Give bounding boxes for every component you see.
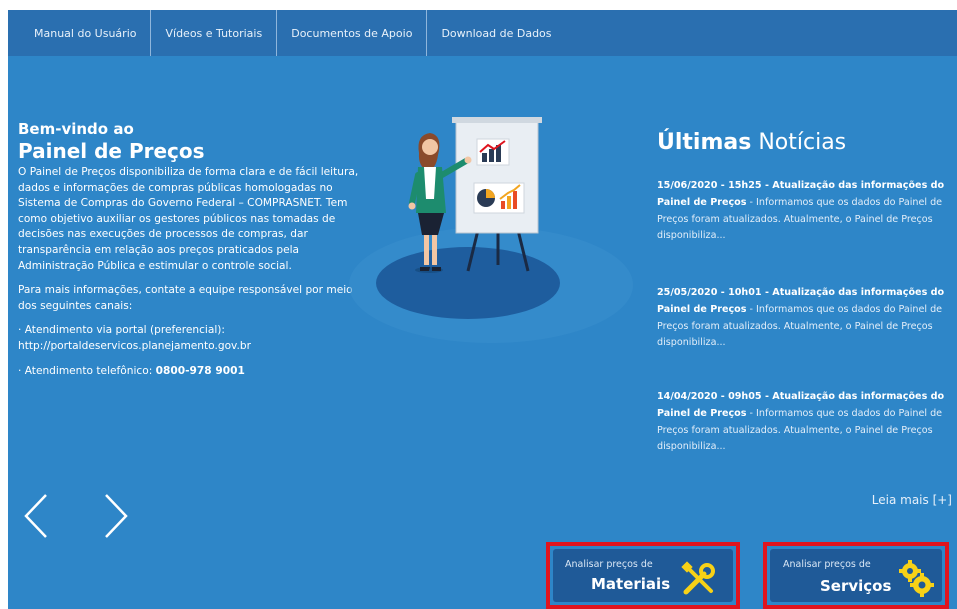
servicos-highlight: Analisar preços de Serviços (763, 542, 949, 609)
top-nav: Manual do Usuário Vídeos e Tutoriais Doc… (8, 10, 957, 56)
portal-url[interactable]: http://portaldeservicos.planejamento.gov… (18, 340, 251, 352)
news-title: Últimas Notícias (657, 130, 846, 155)
welcome-section: Bem-vindo ao Painel de Preços O Painel d… (18, 120, 363, 379)
analisar-servicos-button[interactable]: Analisar preços de Serviços (770, 549, 942, 602)
left-margin (0, 0, 8, 609)
chevron-right-icon[interactable] (98, 492, 132, 540)
tools-icon (681, 561, 715, 595)
presentation-illustration (349, 117, 633, 343)
nav-documentos-de-apoio[interactable]: Documentos de Apoio (277, 10, 428, 56)
welcome-heading: Bem-vindo ao (18, 120, 134, 138)
phone-label: · Atendimento telefônico: (18, 364, 156, 377)
news-item[interactable]: 25/05/2020 - 10h01 - Atualização das inf… (657, 285, 954, 352)
nav-videos-e-tutoriais[interactable]: Vídeos e Tutoriais (151, 10, 278, 56)
chevron-left-icon[interactable] (20, 492, 54, 540)
materiais-highlight: Analisar preços de Materiais (546, 542, 740, 609)
news-item[interactable]: 14/04/2020 - 09h05 - Atualização das inf… (657, 389, 954, 456)
nav-manual-do-usuario[interactable]: Manual do Usuário (8, 10, 152, 56)
materiais-button-label: Materiais (591, 575, 671, 593)
page-title: Painel de Preços (18, 139, 205, 163)
portal-label: · Atendimento via portal (preferencial): (18, 324, 225, 337)
read-more-link[interactable]: Leia mais [+] (872, 493, 952, 507)
news-title-light: Notícias (758, 130, 847, 155)
portal-contact: · Atendimento via portal (preferencial):… (18, 323, 363, 354)
top-margin (0, 0, 957, 10)
servicos-button-label: Serviços (820, 577, 892, 595)
servicos-button-caption: Analisar preços de (783, 559, 871, 570)
contact-intro: Para mais informações, contate a equipe … (18, 284, 353, 312)
materiais-button-caption: Analisar preços de (565, 559, 653, 570)
gears-icon (899, 560, 934, 597)
nav-download-de-dados[interactable]: Download de Dados (427, 10, 565, 56)
analisar-materiais-button[interactable]: Analisar preços de Materiais (553, 549, 733, 602)
news-title-bold: Últimas (657, 130, 752, 155)
news-item[interactable]: 15/06/2020 - 15h25 - Atualização das inf… (657, 178, 954, 245)
phone-number: 0800-978 9001 (155, 364, 245, 377)
phone-contact: · Atendimento telefônico: 0800-978 9001 (18, 364, 363, 380)
welcome-description: O Painel de Preços disponibiliza de form… (18, 166, 359, 272)
